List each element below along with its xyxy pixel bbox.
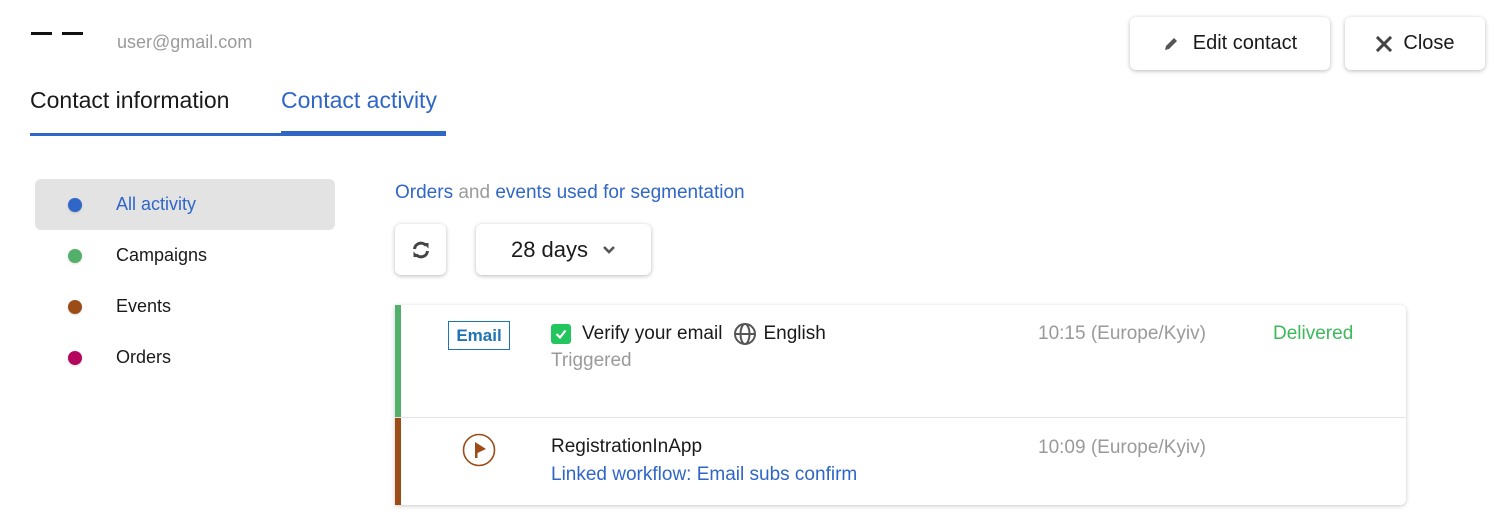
campaign-color-bar bbox=[395, 305, 401, 417]
activity-title: Verify your email bbox=[582, 323, 723, 344]
pencil-icon bbox=[1164, 37, 1177, 50]
activity-title-line: RegistrationInApp bbox=[551, 436, 702, 458]
period-dropdown[interactable]: 28 days bbox=[476, 224, 651, 275]
activity-title-line: Verify your email English bbox=[551, 322, 826, 346]
activity-language: English bbox=[763, 323, 826, 344]
sidebar-item-all-activity[interactable]: All activity bbox=[35, 179, 335, 230]
active-tab-indicator bbox=[281, 131, 446, 136]
linked-workflow-link[interactable]: Linked workflow: Email subs confirm bbox=[551, 464, 857, 486]
event-title: RegistrationInApp bbox=[551, 436, 703, 457]
close-icon bbox=[1376, 35, 1393, 52]
contact-name-placeholder bbox=[31, 32, 83, 35]
activity-time: 10:15 (Europe/Kyiv) bbox=[1038, 323, 1206, 344]
edit-contact-button[interactable]: Edit contact bbox=[1130, 17, 1330, 70]
edit-contact-label: Edit contact bbox=[1192, 32, 1298, 54]
email-channel-badge: Email bbox=[448, 321, 510, 350]
events-segmentation-link[interactable]: events used for segmentation bbox=[495, 182, 744, 203]
sidebar-item-label: Orders bbox=[116, 347, 172, 367]
tab-contact-activity[interactable]: Contact activity bbox=[281, 87, 437, 129]
chevron-down-icon bbox=[603, 245, 615, 254]
activity-subtitle: Triggered bbox=[551, 350, 632, 371]
contact-email: user@gmail.com bbox=[117, 32, 253, 52]
orders-link[interactable]: Orders bbox=[395, 182, 453, 203]
activity-filter-sidebar: All activity Campaigns Events Orders bbox=[35, 179, 335, 383]
delivery-status: Delivered bbox=[1273, 323, 1354, 344]
activity-row[interactable]: Email Verify your email English Triggere… bbox=[395, 305, 1406, 418]
events-dot-icon bbox=[68, 299, 82, 314]
contact-activity-page: user@gmail.com Edit contact Close Contac… bbox=[0, 0, 1494, 521]
flag-icon bbox=[462, 433, 496, 467]
globe-icon bbox=[734, 323, 757, 345]
event-color-bar bbox=[395, 418, 401, 505]
activity-row[interactable]: RegistrationInApp Linked workflow: Email… bbox=[395, 418, 1406, 505]
close-button[interactable]: Close bbox=[1345, 17, 1485, 70]
contact-tabs: Contact information Contact activity bbox=[30, 87, 437, 129]
campaigns-dot-icon bbox=[68, 248, 82, 263]
segmentation-connector: and bbox=[458, 182, 491, 203]
sidebar-item-orders[interactable]: Orders bbox=[35, 332, 335, 383]
tab-contact-information[interactable]: Contact information bbox=[30, 87, 281, 129]
sidebar-item-label: Events bbox=[116, 296, 172, 316]
segmentation-info: Orders and events used for segmentation bbox=[395, 182, 745, 204]
sidebar-item-label: Campaigns bbox=[116, 245, 208, 265]
sidebar-item-campaigns[interactable]: Campaigns bbox=[35, 230, 335, 281]
sidebar-item-label: All activity bbox=[116, 194, 197, 214]
refresh-button[interactable] bbox=[395, 224, 446, 275]
activity-time: 10:09 (Europe/Kyiv) bbox=[1038, 437, 1206, 458]
close-label: Close bbox=[1403, 32, 1455, 54]
sidebar-item-events[interactable]: Events bbox=[35, 281, 335, 332]
activity-list: Email Verify your email English Triggere… bbox=[395, 305, 1406, 505]
all-activity-dot-icon bbox=[68, 197, 82, 212]
period-selected-value: 28 days bbox=[510, 236, 589, 262]
refresh-icon bbox=[412, 241, 429, 258]
checkbox-checked-icon bbox=[551, 324, 571, 344]
orders-dot-icon bbox=[68, 350, 82, 365]
